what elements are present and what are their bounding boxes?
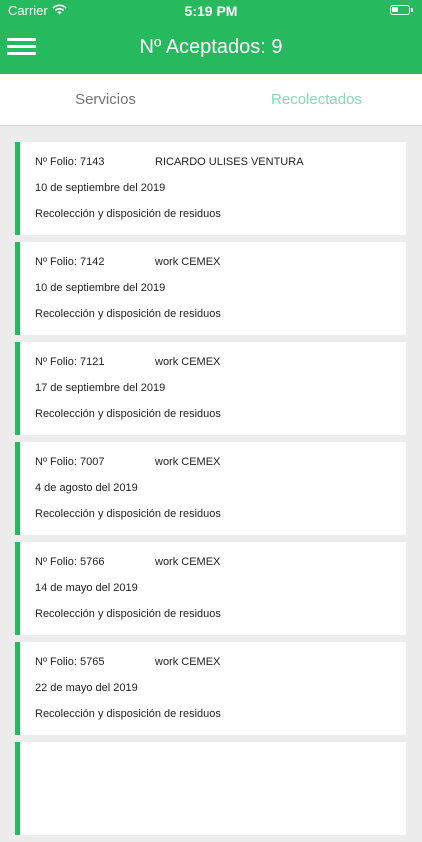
list-item[interactable]: Nº Folio: 5765 work CEMEX 22 de mayo del… (15, 642, 406, 735)
records-list: Nº Folio: 7143 RICARDO ULISES VENTURA 10… (15, 142, 406, 842)
client-name: work CEMEX (155, 556, 221, 568)
clock: 5:19 PM (184, 3, 238, 19)
client-name: work CEMEX (155, 656, 221, 668)
service-type: Recolección y disposición de residuos (35, 608, 221, 620)
client-name: work CEMEX (155, 456, 221, 468)
list-item[interactable]: Nº Folio: 7142 work CEMEX 10 de septiemb… (15, 242, 406, 335)
list-item[interactable]: Nº Folio: 5766 work CEMEX 14 de mayo del… (15, 542, 406, 635)
service-type: Recolección y disposición de residuos (35, 408, 221, 420)
status-bar: Carrier 5:19 PM (0, 0, 422, 22)
list-item[interactable]: Nº Folio: 7121 work CEMEX 17 de septiemb… (15, 342, 406, 435)
page-title: Nº Aceptados: 9 (139, 36, 283, 58)
app-header: Carrier 5:19 PM Nº Aceptados: 9 (0, 0, 422, 74)
service-type: Recolección y disposición de residuos (35, 308, 221, 320)
client-name: work CEMEX (155, 356, 221, 368)
client-name: work CEMEX (155, 256, 221, 268)
list-item[interactable]: Nº Folio: 7143 RICARDO ULISES VENTURA 10… (15, 142, 406, 235)
folio-number: Nº Folio: 7121 (35, 356, 105, 368)
folio-number: Nº Folio: 7007 (35, 456, 105, 468)
folio-number: Nº Folio: 7142 (35, 256, 105, 268)
record-date: 10 de septiembre del 2019 (35, 282, 166, 294)
service-type: Recolección y disposición de residuos (35, 508, 221, 520)
list-item[interactable]: Nº Folio: 7007 work CEMEX 4 de agosto de… (15, 442, 406, 535)
battery-icon (390, 5, 413, 15)
tab-servicios[interactable]: Servicios (0, 74, 211, 125)
list-item[interactable] (15, 742, 406, 835)
record-date: 17 de septiembre del 2019 (35, 382, 166, 394)
record-date: 4 de agosto del 2019 (35, 482, 138, 494)
service-type: Recolección y disposición de residuos (35, 208, 221, 220)
service-type: Recolección y disposición de residuos (35, 708, 221, 720)
record-date: 22 de mayo del 2019 (35, 682, 138, 694)
folio-number: Nº Folio: 5766 (35, 556, 105, 568)
record-date: 10 de septiembre del 2019 (35, 182, 166, 194)
tab-recolectados[interactable]: Recolectados (211, 74, 422, 125)
client-name: RICARDO ULISES VENTURA (155, 156, 304, 168)
folio-number: Nº Folio: 5765 (35, 656, 105, 668)
tab-bar: Servicios Recolectados (0, 74, 422, 126)
folio-number: Nº Folio: 7143 (35, 156, 105, 168)
record-date: 14 de mayo del 2019 (35, 582, 138, 594)
